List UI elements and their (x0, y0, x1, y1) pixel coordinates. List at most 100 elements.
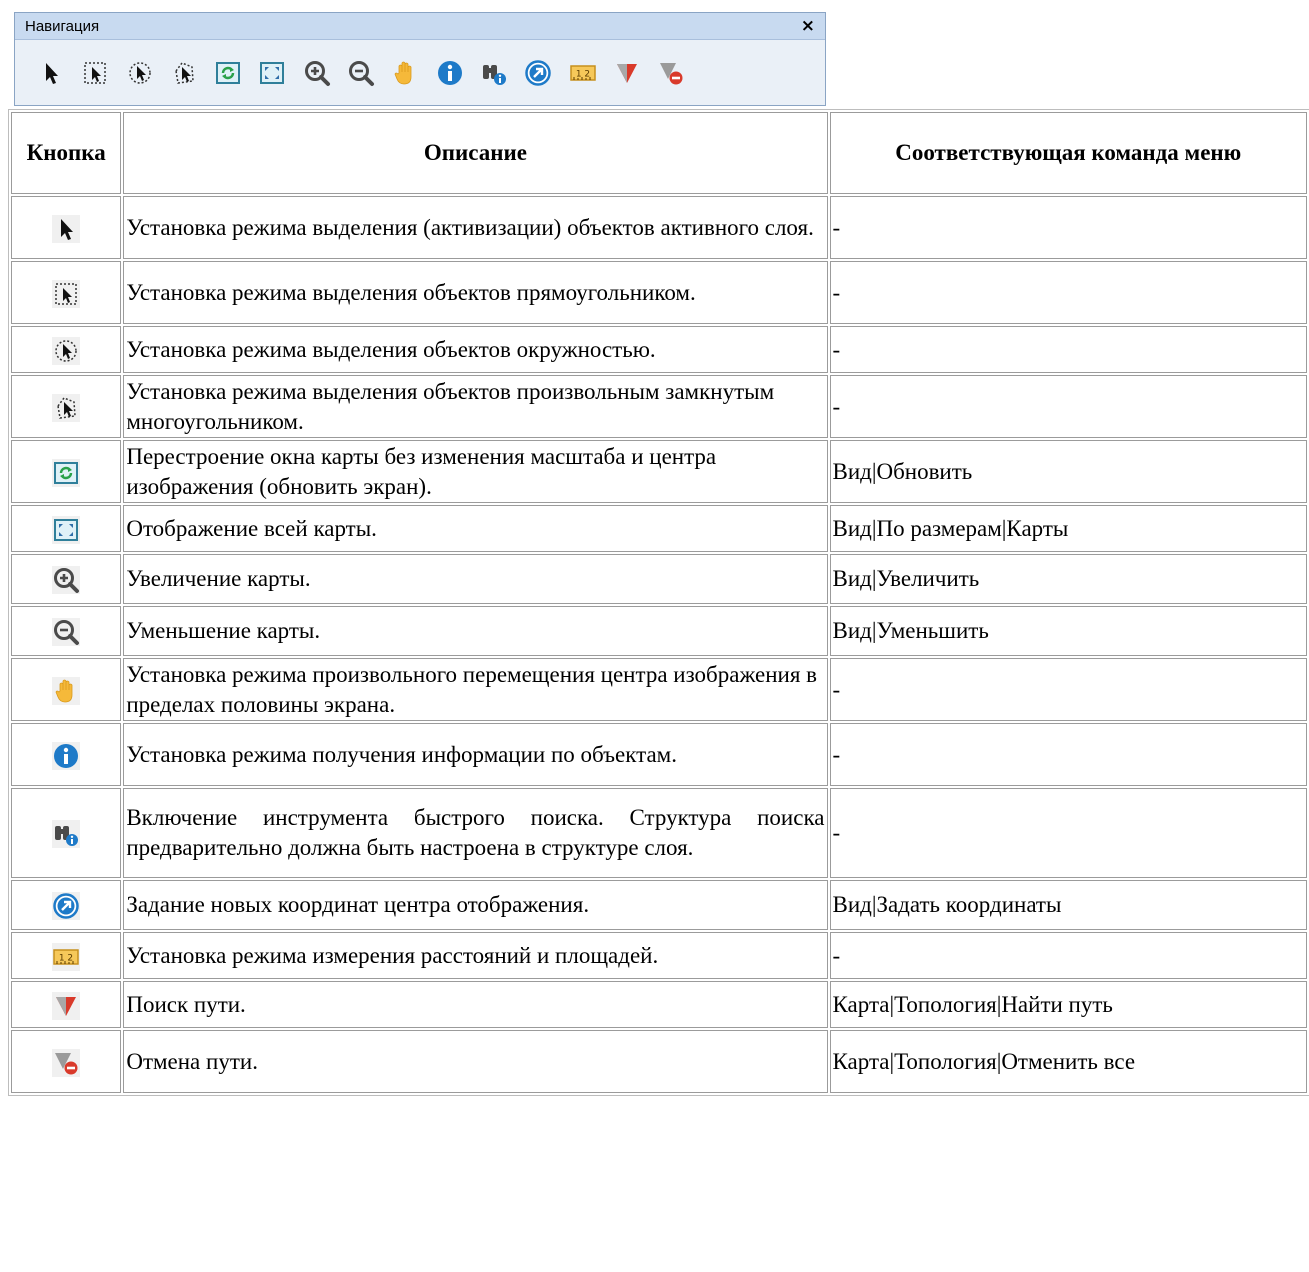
find-path-icon (52, 992, 80, 1020)
circle-select-icon (126, 59, 154, 87)
table-row: Задание новых координат центра отображен… (11, 880, 1307, 930)
zoom-out-icon (347, 59, 375, 87)
button-cell (11, 981, 122, 1028)
circle-select-icon (52, 337, 80, 365)
toolbar-title: Навигация (25, 17, 100, 35)
toolbar-button-polygon-select[interactable] (168, 57, 200, 89)
zoom-in-icon (52, 566, 80, 594)
toolbar-button-pan-hand[interactable] (389, 57, 421, 89)
table-body: Установка режима выделения (активизации)… (11, 196, 1307, 1093)
button-cell (11, 554, 122, 604)
table-row: Установка режима выделения объектов прям… (11, 261, 1307, 324)
toolbar-button-goto-coordinates[interactable] (522, 57, 554, 89)
rect-select-icon (81, 59, 109, 87)
menu-command-cell: - (829, 658, 1307, 721)
table-row: Установка режима выделения объектов прои… (11, 375, 1307, 438)
table-row: Включение инструмента быстрого поиска. С… (11, 788, 1307, 878)
full-extent-icon (52, 516, 80, 544)
refresh-map-icon (214, 59, 242, 87)
description-cell: Включение инструмента быстрого поиска. С… (123, 788, 828, 878)
zoom-out-icon (52, 618, 80, 646)
toolbar-titlebar: Навигация × (15, 13, 825, 40)
full-extent-icon (258, 59, 286, 87)
reference-table: Кнопка Описание Соответствующая команда … (8, 109, 1309, 1096)
goto-coordinates-icon (524, 59, 552, 87)
table-row: Установка режима получения информации по… (11, 723, 1307, 786)
menu-command-cell: - (829, 375, 1307, 438)
measure-icon (569, 59, 597, 87)
toolbar-button-select-arrow[interactable] (35, 57, 67, 89)
menu-command-cell: Вид|Задать координаты (829, 880, 1307, 930)
toolbar-button-circle-select[interactable] (124, 57, 156, 89)
button-cell (11, 326, 122, 373)
button-cell (11, 261, 122, 324)
toolbar-button-zoom-in[interactable] (301, 57, 333, 89)
toolbar-button-zoom-out[interactable] (345, 57, 377, 89)
close-icon[interactable]: × (801, 16, 815, 36)
table-row: Перестроение окна карты без изменения ма… (11, 440, 1307, 503)
button-cell (11, 723, 122, 786)
goto-coordinates-icon (52, 892, 80, 920)
header-description: Описание (123, 112, 828, 194)
table-row: Установка режима произвольного перемещен… (11, 658, 1307, 721)
description-cell: Отображение всей карты. (123, 505, 828, 552)
quick-search-icon (52, 820, 80, 848)
select-arrow-icon (52, 215, 80, 243)
table-row: Установка режима выделения объектов окру… (11, 326, 1307, 373)
toolbar-buttons (15, 40, 825, 106)
rect-select-icon (52, 280, 80, 308)
toolbar-button-info[interactable] (434, 57, 466, 89)
description-cell: Установка режима выделения объектов окру… (123, 326, 828, 373)
menu-command-cell: - (829, 326, 1307, 373)
table-row: Установка режима измерения расстояний и … (11, 932, 1307, 979)
pan-hand-icon (52, 677, 80, 705)
cancel-path-icon (52, 1049, 80, 1077)
table-row: Отображение всей карты. Вид|По размерам|К… (11, 505, 1307, 552)
header-button: Кнопка (11, 112, 122, 194)
menu-command-cell: - (829, 723, 1307, 786)
pan-hand-icon (391, 59, 419, 87)
info-icon (436, 59, 464, 87)
navigation-toolbar: Навигация × (14, 12, 826, 106)
button-cell (11, 606, 122, 656)
description-cell: Установка режима выделения (активизации)… (123, 196, 828, 259)
polygon-select-icon (52, 394, 80, 422)
button-cell (11, 196, 122, 259)
table-row: Увеличение карты. Вид|Увеличить (11, 554, 1307, 604)
menu-command-cell: Вид|Обновить (829, 440, 1307, 503)
quick-search-icon (480, 59, 508, 87)
table-row: Уменьшение карты. Вид|Уменьшить (11, 606, 1307, 656)
toolbar-button-refresh-map[interactable] (212, 57, 244, 89)
table-header-row: Кнопка Описание Соответствующая команда … (11, 112, 1307, 194)
description-cell: Перестроение окна карты без изменения ма… (123, 440, 828, 503)
menu-command-cell: - (829, 261, 1307, 324)
menu-command-cell: Карта|Топология|Отменить все (829, 1030, 1307, 1093)
toolbar-button-cancel-path[interactable] (655, 57, 687, 89)
button-cell (11, 440, 122, 503)
toolbar-button-rect-select[interactable] (79, 57, 111, 89)
button-cell (11, 658, 122, 721)
table-row: Поиск пути. Карта|Топология|Найти путь (11, 981, 1307, 1028)
menu-command-cell: Карта|Топология|Найти путь (829, 981, 1307, 1028)
find-path-icon (613, 59, 641, 87)
menu-command-cell: - (829, 788, 1307, 878)
polygon-select-icon (170, 59, 198, 87)
description-cell: Установка режима выделения объектов прям… (123, 261, 828, 324)
zoom-in-icon (303, 59, 331, 87)
toolbar-button-find-path[interactable] (611, 57, 643, 89)
description-cell: Установка режима выделения объектов прои… (123, 375, 828, 438)
menu-command-cell: - (829, 196, 1307, 259)
button-cell (11, 880, 122, 930)
description-cell: Задание новых координат центра отображен… (123, 880, 828, 930)
toolbar-button-measure[interactable] (567, 57, 599, 89)
button-cell (11, 788, 122, 878)
description-cell: Увеличение карты. (123, 554, 828, 604)
button-cell (11, 932, 122, 979)
table-row: Установка режима выделения (активизации)… (11, 196, 1307, 259)
toolbar-button-full-extent[interactable] (256, 57, 288, 89)
header-menu-command: Соответствующая команда меню (829, 112, 1307, 194)
description-cell: Поиск пути. (123, 981, 828, 1028)
menu-command-cell: - (829, 932, 1307, 979)
description-cell: Установка режима получения информации по… (123, 723, 828, 786)
toolbar-button-quick-search[interactable] (478, 57, 510, 89)
